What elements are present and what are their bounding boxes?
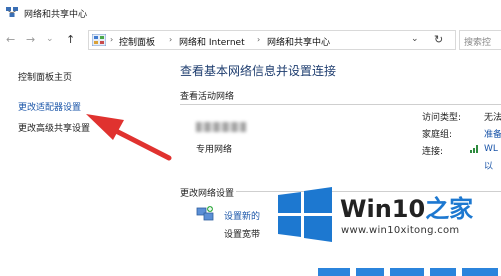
breadcrumb-network-center[interactable]: 网络和共享中心: [267, 35, 330, 48]
watermark-url: www.win10xitong.com: [341, 225, 460, 236]
network-center-icon: [6, 7, 18, 17]
network-name-blurred: [196, 122, 246, 132]
refresh-icon[interactable]: ↻: [434, 33, 443, 46]
breadcrumb-separator: ›: [169, 35, 173, 44]
setup-description: 设置宽带: [224, 230, 261, 240]
page-title: 查看基本网络信息并设置连接: [180, 64, 337, 78]
connection-link-extra[interactable]: 以: [484, 159, 493, 172]
back-arrow-icon[interactable]: ←: [6, 34, 15, 46]
forward-arrow-icon[interactable]: →: [26, 34, 35, 46]
address-bar[interactable]: › 控制面板 › 网络和 Internet › 网络和共享中心 ⌄ ↻: [88, 30, 456, 50]
access-type-label: 访问类型:: [422, 113, 462, 123]
section-divider: [180, 104, 501, 105]
homegroup-link[interactable]: 准备: [484, 127, 501, 140]
search-placeholder: 搜索控: [464, 38, 492, 48]
up-arrow-icon[interactable]: ↑: [66, 34, 75, 46]
watermark-brand-zhijia: 之家: [425, 195, 474, 223]
window-title: 网络和共享中心: [24, 10, 88, 20]
wlan-connection-link[interactable]: WL: [484, 144, 498, 154]
control-panel-icon: [92, 34, 106, 46]
connection-label: 连接:: [422, 147, 444, 157]
sidebar-item-control-panel-home[interactable]: 控制面板主页: [18, 70, 72, 83]
title-bar: 网络和共享中心: [0, 0, 501, 26]
network-type-label: 专用网络: [196, 145, 233, 155]
wifi-signal-icon: [470, 145, 478, 153]
watermark-brand: Win10之家: [340, 189, 473, 224]
breadcrumb-network-internet[interactable]: 网络和 Internet: [179, 35, 245, 48]
history-chevron-icon[interactable]: ⌄: [46, 33, 54, 45]
watermark-brand-win10: Win10: [340, 195, 426, 223]
search-box[interactable]: 搜索控: [459, 30, 501, 50]
breadcrumb-separator: ›: [257, 35, 261, 44]
sidebar-item-change-adapter-settings[interactable]: 更改适配器设置: [18, 100, 81, 113]
address-dropdown-icon[interactable]: ⌄: [411, 34, 419, 44]
change-settings-heading: 更改网络设置: [180, 189, 235, 199]
new-connection-icon: [196, 206, 214, 221]
windows-logo-icon: [278, 187, 332, 242]
setup-new-connection-link[interactable]: 设置新的: [224, 209, 260, 222]
breadcrumb-control-panel[interactable]: 控制面板: [119, 35, 155, 48]
sidebar: 控制面板主页 更改适配器设置 更改高级共享设置: [0, 54, 160, 276]
address-row: ← → ⌄ ↑ › 控制面板 › 网络和 Internet › 网络和共享中心 …: [0, 26, 501, 54]
watermark-bottom-strip: [300, 264, 501, 276]
access-type-value: 无法: [484, 113, 501, 123]
breadcrumb-separator: ›: [110, 35, 114, 44]
sidebar-item-advanced-sharing-settings[interactable]: 更改高级共享设置: [18, 121, 90, 134]
homegroup-label: 家庭组:: [422, 130, 453, 140]
active-networks-heading: 查看活动网络: [180, 92, 235, 102]
